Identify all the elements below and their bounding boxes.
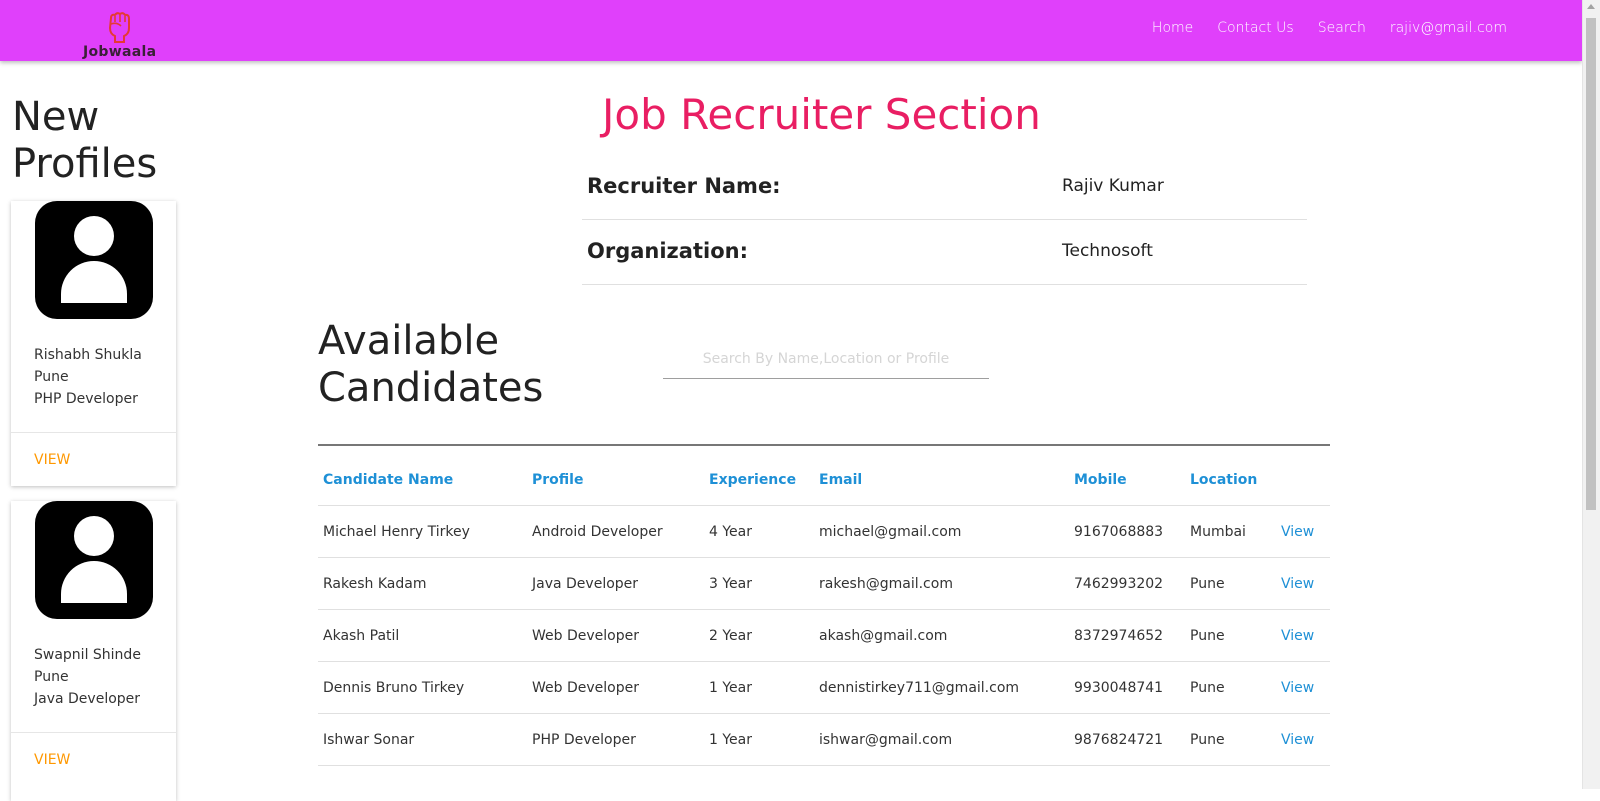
cell-action: View: [1276, 609, 1330, 662]
recruiter-name-label: Recruiter Name:: [587, 174, 781, 198]
view-candidate-link[interactable]: View: [1281, 576, 1314, 592]
available-candidates-heading: Available Candidates: [318, 318, 544, 411]
cell-mobile: 9876824721: [1069, 713, 1185, 766]
fist-logo-icon: [108, 12, 130, 43]
vertical-scrollbar[interactable]: [1582, 0, 1600, 789]
cell-email: dennistirkey711@gmail.com: [814, 661, 1069, 714]
profile-card: Swapnil Shinde Pune Java Developer VIEW: [11, 501, 176, 801]
nav-search-link[interactable]: Search: [1318, 20, 1366, 36]
profile-card: Rishabh Shukla Pune PHP Developer VIEW: [11, 201, 176, 486]
cell-profile: Web Developer: [527, 609, 704, 662]
profile-card-info: Swapnil Shinde Pune Java Developer: [34, 644, 141, 710]
recruiter-name-value: Rajiv Kumar: [1062, 176, 1164, 196]
cell-mobile: 9930048741: [1069, 661, 1185, 714]
cell-profile: Java Developer: [527, 557, 704, 610]
profile-view-link[interactable]: VIEW: [34, 752, 70, 768]
brand-name: Jobwaala: [83, 44, 157, 60]
cell-name: Dennis Bruno Tirkey: [318, 661, 527, 714]
profile-card-info: Rishabh Shukla Pune PHP Developer: [34, 344, 142, 410]
cell-action: View: [1276, 661, 1330, 714]
cell-email: michael@gmail.com: [814, 505, 1069, 558]
cell-experience: 1 Year: [704, 713, 814, 766]
cell-location: Pune: [1185, 557, 1276, 610]
nav-user-email-link[interactable]: rajiv@gmail.com: [1390, 20, 1507, 36]
cell-action: View: [1276, 505, 1330, 558]
cell-experience: 1 Year: [704, 661, 814, 714]
table-row: Ishwar Sonar PHP Developer 1 Year ishwar…: [318, 713, 1330, 766]
cell-name: Akash Patil: [318, 609, 527, 662]
nav-links: Home Contact Us Search rajiv@gmail.com: [1128, 20, 1507, 36]
cell-experience: 2 Year: [704, 609, 814, 662]
col-email[interactable]: Email: [814, 455, 1069, 506]
page-title: Job Recruiter Section: [602, 90, 1041, 139]
col-experience[interactable]: Experience: [704, 455, 814, 506]
organization-row: Organization: Technosoft: [582, 219, 1307, 285]
profile-location: Pune: [34, 369, 69, 385]
card-divider: [11, 432, 176, 433]
candidates-table: Candidate Name Profile Experience Email …: [318, 455, 1330, 766]
cell-profile: Android Developer: [527, 505, 704, 558]
table-divider: [318, 444, 1330, 446]
user-avatar-icon: [35, 201, 153, 319]
view-candidate-link[interactable]: View: [1281, 628, 1314, 644]
candidate-search-input[interactable]: [663, 340, 989, 379]
scrollbar-thumb[interactable]: [1586, 18, 1596, 510]
organization-value: Technosoft: [1062, 241, 1153, 261]
cell-email: rakesh@gmail.com: [814, 557, 1069, 610]
table-row: Dennis Bruno Tirkey Web Developer 1 Year…: [318, 661, 1330, 714]
cell-email: ishwar@gmail.com: [814, 713, 1069, 766]
cell-email: akash@gmail.com: [814, 609, 1069, 662]
col-candidate-name[interactable]: Candidate Name: [318, 455, 527, 506]
organization-label: Organization:: [587, 239, 748, 263]
cell-profile: Web Developer: [527, 661, 704, 714]
col-mobile[interactable]: Mobile: [1069, 455, 1185, 506]
table-row: Akash Patil Web Developer 2 Year akash@g…: [318, 609, 1330, 662]
cell-name: Ishwar Sonar: [318, 713, 527, 766]
cell-location: Pune: [1185, 609, 1276, 662]
table-row: Michael Henry Tirkey Android Developer 4…: [318, 505, 1330, 558]
cell-profile: PHP Developer: [527, 713, 704, 766]
profile-name: Rishabh Shukla: [34, 347, 142, 363]
cell-mobile: 7462993202: [1069, 557, 1185, 610]
cell-location: Pune: [1185, 713, 1276, 766]
table-header-row: Candidate Name Profile Experience Email …: [318, 455, 1330, 506]
cell-action: View: [1276, 713, 1330, 766]
view-candidate-link[interactable]: View: [1281, 732, 1314, 748]
brand-logo-link[interactable]: Jobwaala: [83, 12, 163, 60]
cell-action: View: [1276, 557, 1330, 610]
col-profile[interactable]: Profile: [527, 455, 704, 506]
profile-name: Swapnil Shinde: [34, 647, 141, 663]
recruiter-name-row: Recruiter Name: Rajiv Kumar: [582, 154, 1307, 220]
cell-experience: 3 Year: [704, 557, 814, 610]
col-location[interactable]: Location: [1185, 455, 1276, 506]
profile-view-link[interactable]: VIEW: [34, 452, 70, 468]
new-profiles-heading: New Profiles: [12, 94, 158, 187]
cell-location: Pune: [1185, 661, 1276, 714]
card-divider: [11, 732, 176, 733]
profile-role: Java Developer: [34, 691, 141, 707]
nav-home-link[interactable]: Home: [1152, 20, 1193, 36]
profile-location: Pune: [34, 669, 69, 685]
view-candidate-link[interactable]: View: [1281, 680, 1314, 696]
col-action: [1276, 455, 1330, 506]
nav-contact-link[interactable]: Contact Us: [1217, 20, 1293, 36]
cell-location: Mumbai: [1185, 505, 1276, 558]
cell-name: Michael Henry Tirkey: [318, 505, 527, 558]
top-navbar: Jobwaala Home Contact Us Search rajiv@gm…: [0, 0, 1582, 61]
cell-mobile: 9167068883: [1069, 505, 1185, 558]
scroll-up-icon[interactable]: [1587, 4, 1595, 9]
profile-role: PHP Developer: [34, 391, 138, 407]
user-avatar-icon: [35, 501, 153, 619]
cell-experience: 4 Year: [704, 505, 814, 558]
cell-name: Rakesh Kadam: [318, 557, 527, 610]
cell-mobile: 8372974652: [1069, 609, 1185, 662]
table-row: Rakesh Kadam Java Developer 3 Year rakes…: [318, 557, 1330, 610]
view-candidate-link[interactable]: View: [1281, 524, 1314, 540]
